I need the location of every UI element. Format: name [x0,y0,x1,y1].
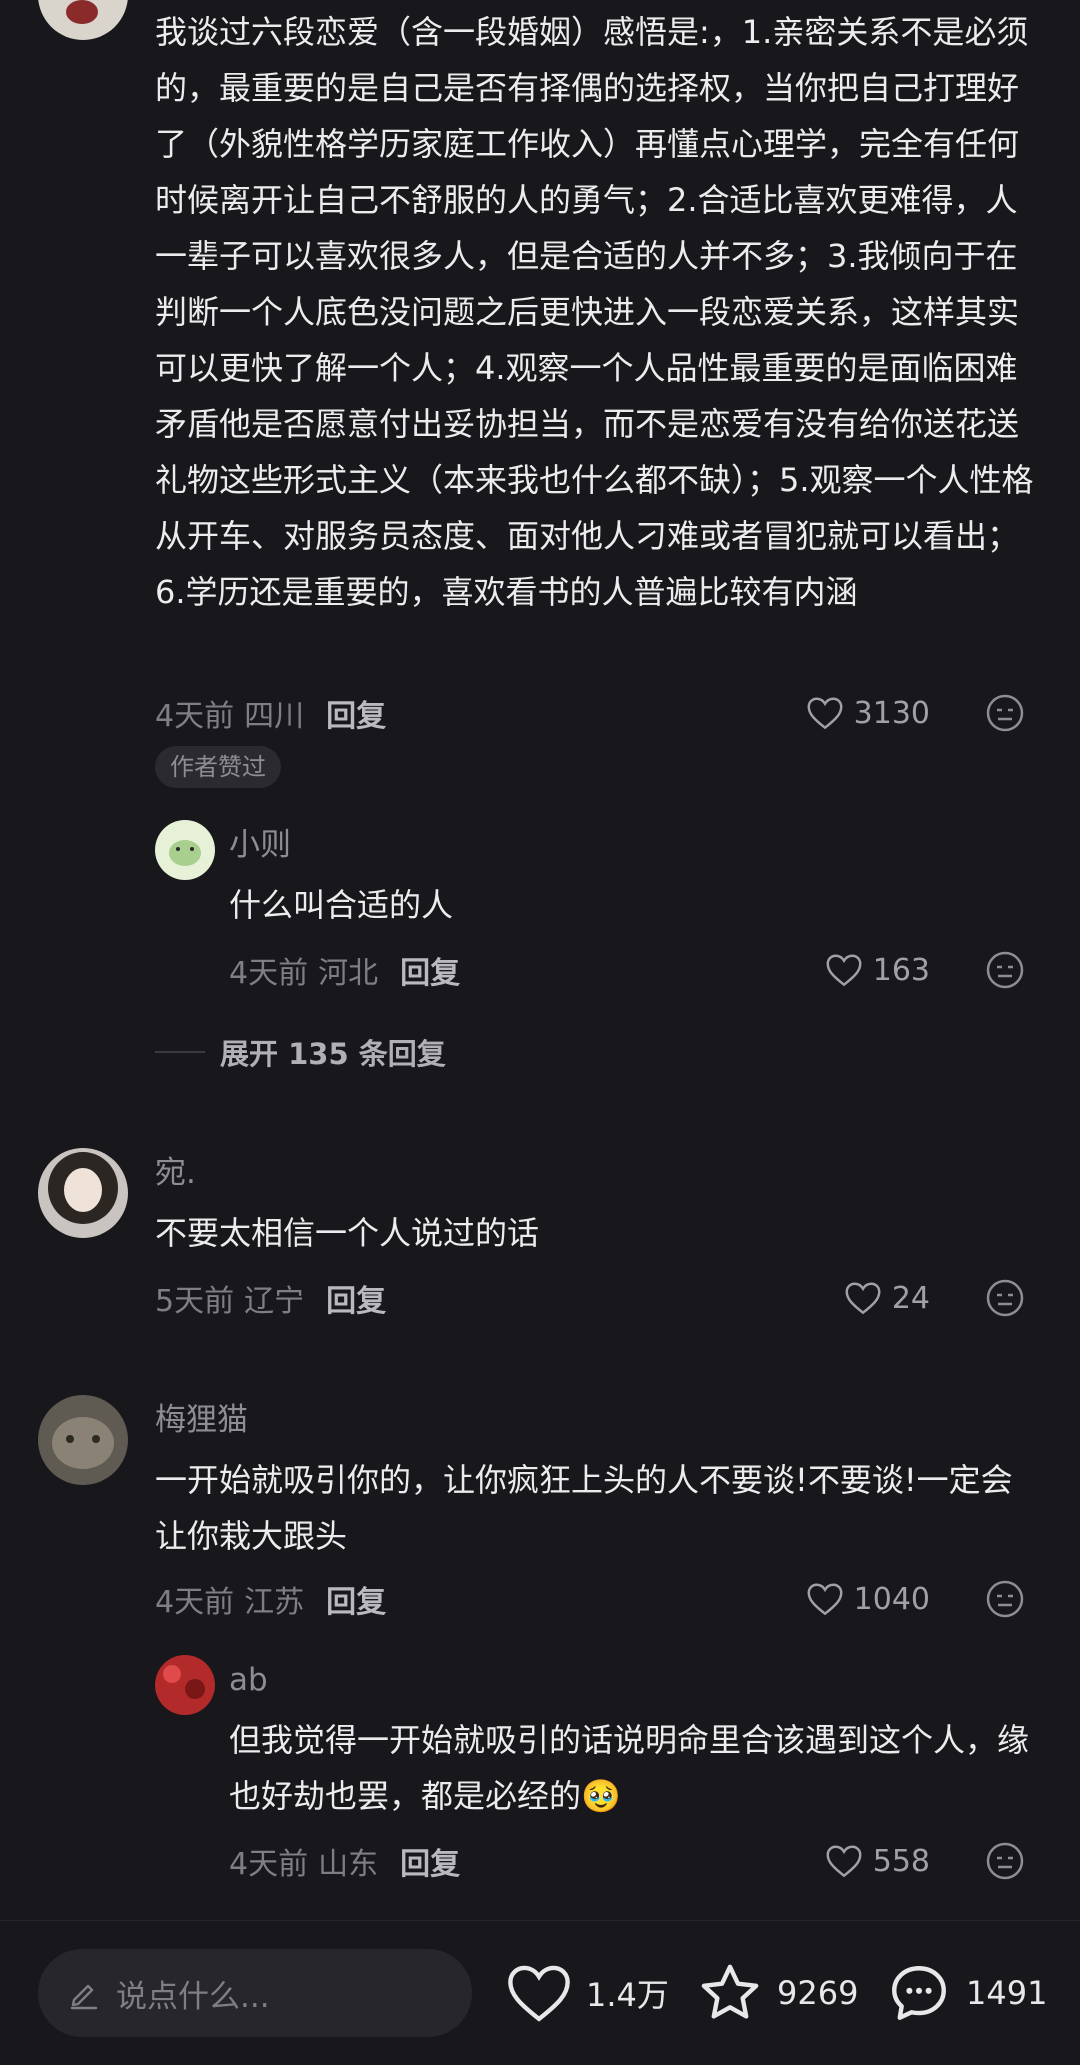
expand-replies-button[interactable]: 展开 135 条回复 [155,1032,446,1072]
dislike-icon[interactable] [985,950,1025,990]
comment-meta: 4天前 江苏 回复 [155,1577,386,1621]
like-count: 558 [872,1843,930,1879]
reply-location: 山东 [318,1847,379,1882]
comment-input-placeholder: 说点什么... [116,1978,270,2015]
avatar[interactable] [38,1395,128,1485]
comment-location: 辽宁 [244,1284,305,1319]
comments-button[interactable]: 1491 [886,1949,1047,2037]
comment-meta: 4天前 四川 回复 [155,691,386,735]
heart-icon [826,954,862,987]
like-count: 3130 [853,695,930,731]
bottom-action-bar: 说点什么... 1.4万 9269 1491 [0,1920,1080,2065]
like-post-button[interactable]: 1.4万 [506,1949,669,2037]
username[interactable]: 小则 [229,825,291,865]
comment-text: 一开始就吸引你的，让你疯狂上头的人不要谈!不要谈!一定会让你栽大跟头 [155,1461,1013,1555]
post-like-count: 1.4万 [586,1976,669,2014]
expand-label: 展开 135 条回复 [220,1037,446,1071]
avatar[interactable] [38,1148,128,1238]
comment-text: 我谈过六段恋爱（含一段婚姻）感悟是:，1.亲密关系不是必须的，最重要的是自己是否… [155,13,1034,611]
favorite-button[interactable]: 9269 [697,1949,858,2037]
dislike-icon[interactable] [985,693,1025,733]
like-button[interactable]: 558 [780,1839,930,1883]
heart-icon [508,1965,570,2022]
heart-icon [845,1282,881,1315]
avatar[interactable] [38,0,128,40]
like-button[interactable]: 24 [780,1276,930,1320]
like-button[interactable]: 3130 [780,691,930,735]
reply-location: 河北 [318,956,379,991]
heart-icon [807,697,843,730]
like-button[interactable]: 1040 [780,1577,930,1621]
favorite-count: 9269 [777,1974,859,2012]
reply-text: 什么叫合适的人 [229,886,454,924]
reply-meta: 4天前 山东 回复 [229,1839,460,1883]
author-liked-badge: 作者赞过 [155,746,281,788]
reply-time: 4天前 [229,1847,309,1882]
comment-text: 不要太相信一个人说过的话 [155,1214,540,1252]
username[interactable]: 梅狸猫 [155,1400,248,1440]
comment-time: 5天前 [155,1284,235,1319]
pencil-icon [70,1984,98,2010]
comment-time: 4天前 [155,699,235,734]
comment-location: 四川 [244,699,305,734]
reply-text-content: 但我觉得一开始就吸引的话说明命里合该遇到这个人，缘也好劫也罢，都是必经的 [229,1721,1030,1815]
comment-time: 4天前 [155,1585,235,1620]
star-icon [701,1964,759,2019]
reply-time: 4天前 [229,956,309,991]
username[interactable]: 宛. [155,1153,196,1193]
expand-divider [155,1051,205,1053]
reply-button[interactable]: 回复 [326,691,386,735]
like-count: 24 [891,1280,930,1316]
heart-icon [807,1583,843,1616]
username[interactable]: ab [229,1660,268,1700]
dislike-icon[interactable] [985,1278,1025,1318]
dislike-icon[interactable] [985,1579,1025,1619]
reply-button[interactable]: 回复 [400,1839,460,1883]
like-button[interactable]: 163 [780,948,930,992]
reply-button[interactable]: 回复 [400,948,460,992]
comment-count: 1491 [966,1974,1048,2012]
emoji: 🥹 [581,1777,621,1815]
heart-icon [826,1845,862,1878]
reply-meta: 4天前 河北 回复 [229,948,460,992]
reply-text: 但我觉得一开始就吸引的话说明命里合该遇到这个人，缘也好劫也罢，都是必经的🥹 [229,1712,1029,1824]
comment-meta: 5天前 辽宁 回复 [155,1276,386,1320]
reply-button[interactable]: 回复 [326,1276,386,1320]
like-count: 163 [872,952,930,988]
avatar[interactable] [155,1655,215,1715]
comment-bubble-icon [892,1966,946,2020]
avatar[interactable] [155,820,215,880]
reply-button[interactable]: 回复 [326,1577,386,1621]
comment-location: 江苏 [244,1585,305,1620]
dislike-icon[interactable] [985,1841,1025,1881]
like-count: 1040 [853,1581,930,1617]
comment-input[interactable]: 说点什么... [38,1949,472,2037]
